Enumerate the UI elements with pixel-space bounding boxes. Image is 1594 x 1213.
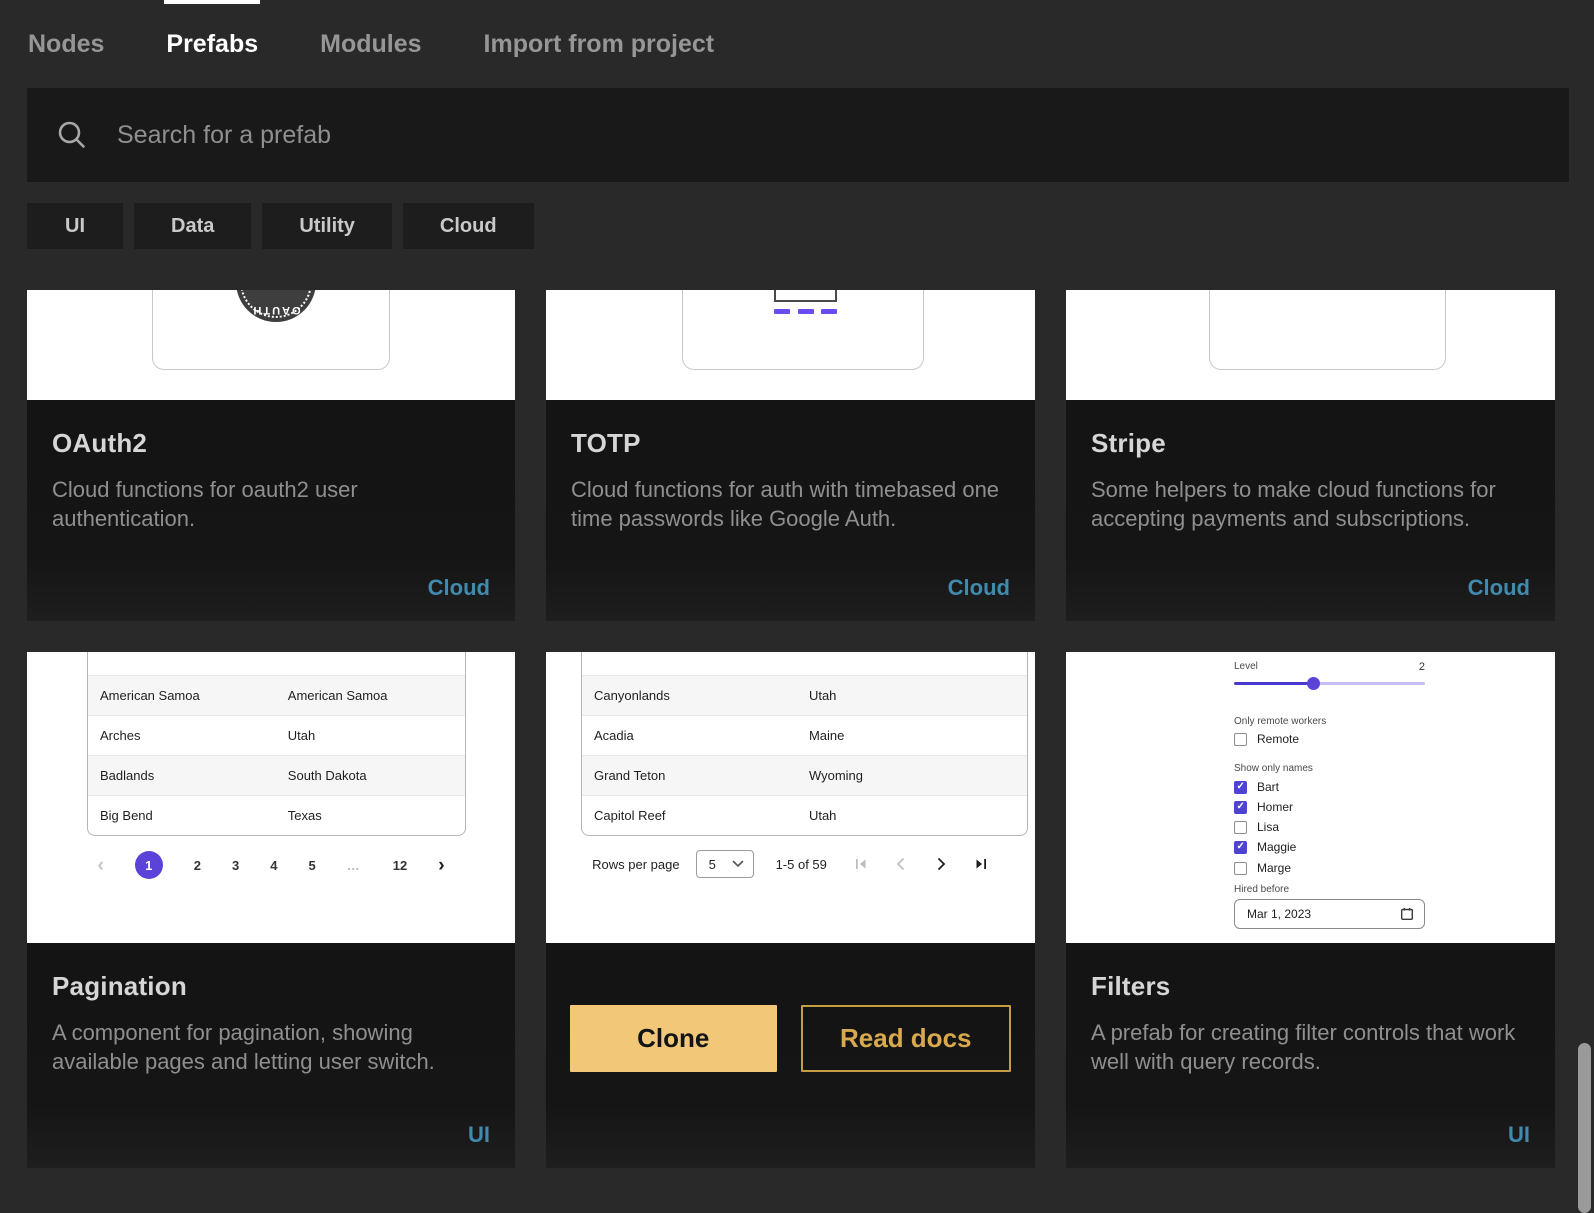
prefab-card-oauth2[interactable]: OAUTH OAuth2 Cloud functions for oauth2 … bbox=[27, 290, 515, 621]
card-title: Pagination bbox=[52, 971, 490, 1002]
checkbox-icon bbox=[1234, 862, 1247, 875]
pages-ellipsis: … bbox=[347, 858, 362, 873]
search-input[interactable] bbox=[115, 120, 1569, 151]
stripe-preview bbox=[1066, 290, 1555, 400]
checkbox-checked-icon bbox=[1234, 841, 1247, 854]
page-12: 12 bbox=[393, 858, 407, 873]
card-description: Cloud functions for auth with timebased … bbox=[571, 475, 1010, 533]
hired-before-label: Hired before bbox=[1234, 884, 1289, 895]
vertical-scrollbar[interactable] bbox=[1578, 1043, 1591, 1213]
card-title: Filters bbox=[1091, 971, 1530, 1002]
filters-preview: Level 2 Only remote workers Remote Show … bbox=[1066, 652, 1555, 943]
checkbox-marge: Marge bbox=[1234, 860, 1291, 876]
checkbox-icon bbox=[1234, 821, 1247, 834]
mini-pagination-control: ‹ 1 2 3 4 5 … 12 › bbox=[27, 851, 515, 879]
rows-per-page-select: 5 bbox=[696, 850, 754, 878]
remote-group-label: Only remote workers bbox=[1234, 716, 1326, 727]
checkbox-checked-icon bbox=[1234, 781, 1247, 794]
page-4: 4 bbox=[270, 858, 277, 873]
level-label: Level bbox=[1234, 661, 1258, 673]
level-slider bbox=[1234, 676, 1425, 691]
chip-cloud[interactable]: Cloud bbox=[403, 203, 534, 249]
first-page-icon bbox=[853, 856, 869, 872]
date-input: Mar 1, 2023 bbox=[1234, 899, 1425, 929]
card-title: Stripe bbox=[1091, 428, 1530, 459]
last-page-icon bbox=[973, 856, 989, 872]
query-table-preview: Canyonlands Utah Acadia Maine Grand Teto… bbox=[546, 652, 1035, 943]
stripe-preview-frame bbox=[1209, 290, 1446, 370]
chip-ui[interactable]: UI bbox=[27, 203, 123, 249]
table-row: Big Bend Texas bbox=[88, 795, 465, 835]
table-row: Canyonlands Utah bbox=[582, 675, 1027, 715]
prefab-grid: OAUTH OAuth2 Cloud functions for oauth2 … bbox=[27, 290, 1555, 1168]
card-description: Cloud functions for oauth2 user authenti… bbox=[52, 475, 490, 533]
chevron-down-icon bbox=[732, 860, 744, 868]
card-description: A prefab for creating filter controls th… bbox=[1091, 1018, 1530, 1076]
table-row: Badlands South Dakota bbox=[88, 755, 465, 795]
level-value: 2 bbox=[1419, 661, 1425, 673]
calendar-icon bbox=[1400, 907, 1414, 921]
tab-modules[interactable]: Modules bbox=[320, 29, 421, 59]
page-1-active: 1 bbox=[135, 851, 163, 879]
tab-import-from-project[interactable]: Import from project bbox=[484, 29, 715, 59]
rows-per-page-label: Rows per page bbox=[592, 857, 679, 872]
prefab-card-totp[interactable]: TOTP Cloud functions for auth with timeb… bbox=[546, 290, 1035, 621]
checkbox-lisa: Lisa bbox=[1234, 819, 1279, 835]
library-tabs: Nodes Prefabs Modules Import from projec… bbox=[0, 0, 1594, 59]
parks-mini-table: American Samoa American Samoa Arches Uta… bbox=[87, 652, 466, 836]
card-title: TOTP bbox=[571, 428, 1010, 459]
clone-button[interactable]: Clone bbox=[570, 1005, 777, 1072]
checkbox-homer: Homer bbox=[1234, 799, 1293, 815]
read-docs-button[interactable]: Read docs bbox=[801, 1005, 1012, 1072]
page-3: 3 bbox=[232, 858, 239, 873]
prefab-card-query-table[interactable]: Canyonlands Utah Acadia Maine Grand Teto… bbox=[546, 652, 1035, 1168]
otp-input-icon bbox=[774, 290, 837, 302]
prev-page-icon bbox=[893, 856, 909, 872]
table-row: Capitol Reef Utah bbox=[582, 795, 1027, 835]
prefab-card-filters[interactable]: Level 2 Only remote workers Remote Show … bbox=[1066, 652, 1555, 1168]
page-5: 5 bbox=[309, 858, 316, 873]
totp-preview bbox=[546, 290, 1035, 400]
range-label: 1-5 of 59 bbox=[776, 857, 827, 872]
next-page-icon: › bbox=[438, 856, 444, 875]
search-bar[interactable] bbox=[27, 88, 1569, 182]
prefab-card-pagination[interactable]: American Samoa American Samoa Arches Uta… bbox=[27, 652, 515, 1168]
card-tag: Cloud bbox=[428, 575, 490, 601]
totp-preview-frame bbox=[682, 290, 924, 370]
search-icon bbox=[55, 118, 89, 152]
checkbox-checked-icon bbox=[1234, 801, 1247, 814]
checkbox-remote: Remote bbox=[1234, 731, 1299, 747]
card-tag: UI bbox=[1508, 1122, 1530, 1148]
card-description: A component for pagination, showing avai… bbox=[52, 1018, 490, 1076]
rows-per-page-control: Rows per page 5 1-5 of 59 bbox=[546, 850, 1035, 878]
slider-thumb bbox=[1307, 677, 1320, 690]
checkbox-maggie: Maggie bbox=[1234, 839, 1296, 855]
names-group-label: Show only names bbox=[1234, 763, 1313, 774]
tab-nodes[interactable]: Nodes bbox=[28, 29, 104, 59]
next-page-icon bbox=[933, 856, 949, 872]
chip-utility[interactable]: Utility bbox=[262, 203, 392, 249]
parks-mini-table: Canyonlands Utah Acadia Maine Grand Teto… bbox=[581, 652, 1028, 836]
table-row: Grand Teton Wyoming bbox=[582, 755, 1027, 795]
checkbox-icon bbox=[1234, 733, 1247, 746]
table-pager-nav bbox=[853, 856, 989, 872]
page-2: 2 bbox=[194, 858, 201, 873]
card-description: Some helpers to make cloud functions for… bbox=[1091, 475, 1530, 533]
otp-dashes-icon bbox=[774, 309, 837, 314]
chip-data[interactable]: Data bbox=[134, 203, 251, 249]
prefab-card-stripe[interactable]: Stripe Some helpers to make cloud functi… bbox=[1066, 290, 1555, 621]
card-tag: Cloud bbox=[948, 575, 1010, 601]
card-tag: Cloud bbox=[1468, 575, 1530, 601]
prev-page-icon: ‹ bbox=[97, 856, 103, 875]
card-title: OAuth2 bbox=[52, 428, 490, 459]
table-row: Arches Utah bbox=[88, 715, 465, 755]
table-row: American Samoa American Samoa bbox=[88, 675, 465, 715]
oauth2-preview: OAUTH bbox=[27, 290, 515, 400]
table-row: Acadia Maine bbox=[582, 715, 1027, 755]
checkbox-bart: Bart bbox=[1234, 779, 1279, 795]
tab-prefabs[interactable]: Prefabs bbox=[166, 29, 258, 59]
pagination-preview: American Samoa American Samoa Arches Uta… bbox=[27, 652, 515, 943]
card-tag: UI bbox=[468, 1122, 490, 1148]
category-chips: UI Data Utility Cloud bbox=[27, 203, 1594, 249]
